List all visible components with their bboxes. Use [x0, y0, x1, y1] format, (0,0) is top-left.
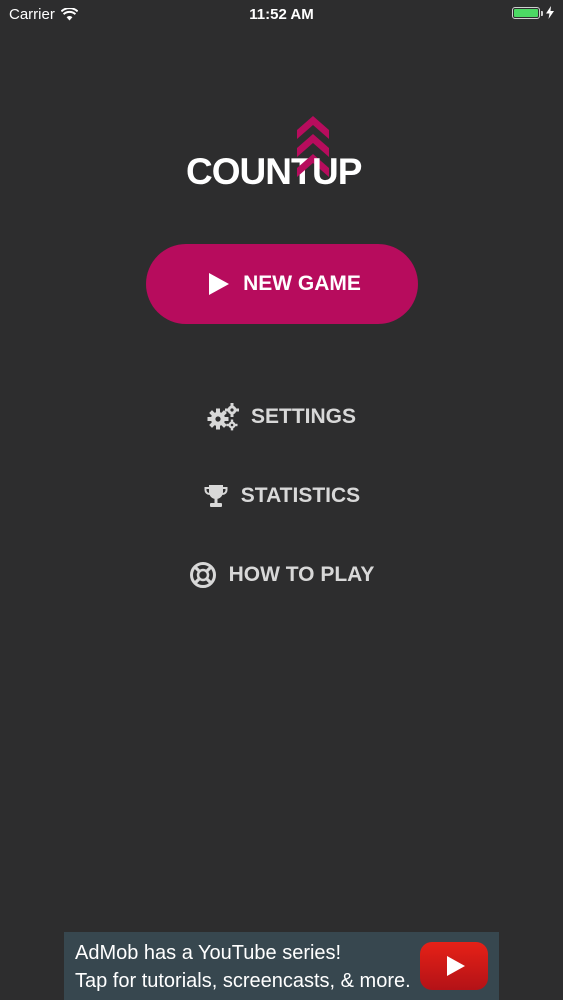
play-icon	[209, 273, 230, 295]
gears-icon	[207, 403, 239, 431]
status-bar: Carrier 11:52 AM	[0, 0, 563, 30]
ad-banner[interactable]: AdMob has a YouTube series! Tap for tuto…	[64, 932, 499, 1000]
ad-headline: AdMob has a YouTube series!	[75, 942, 342, 964]
battery-level	[514, 8, 538, 17]
settings-button[interactable]: SETTINGS	[0, 397, 563, 437]
app-logo: COUNT UP	[186, 112, 378, 192]
how-to-play-label: HOW TO PLAY	[228, 563, 375, 586]
status-time: 11:52 AM	[249, 6, 314, 23]
play-triangle-icon	[447, 956, 465, 976]
youtube-play-icon[interactable]	[420, 942, 488, 990]
charging-bolt-icon	[546, 6, 554, 19]
settings-label: SETTINGS	[250, 405, 356, 428]
statistics-label: STATISTICS	[240, 484, 361, 507]
how-to-play-button[interactable]: HOW TO PLAY	[0, 555, 563, 595]
logo-text-up: UP	[312, 151, 362, 192]
statistics-button[interactable]: STATISTICS	[0, 476, 563, 516]
home-screen: Carrier 11:52 AM COUNT UP NEW GAME SETTI…	[0, 0, 563, 1000]
life-ring-icon	[189, 562, 216, 588]
new-game-button[interactable]: NEW GAME	[146, 244, 418, 324]
trophy-icon	[204, 485, 228, 507]
battery-icon	[512, 6, 543, 19]
ad-subline: Tap for tutorials, screencasts, & more.	[75, 970, 411, 992]
new-game-label: NEW GAME	[243, 272, 361, 295]
status-battery-group	[512, 6, 554, 19]
